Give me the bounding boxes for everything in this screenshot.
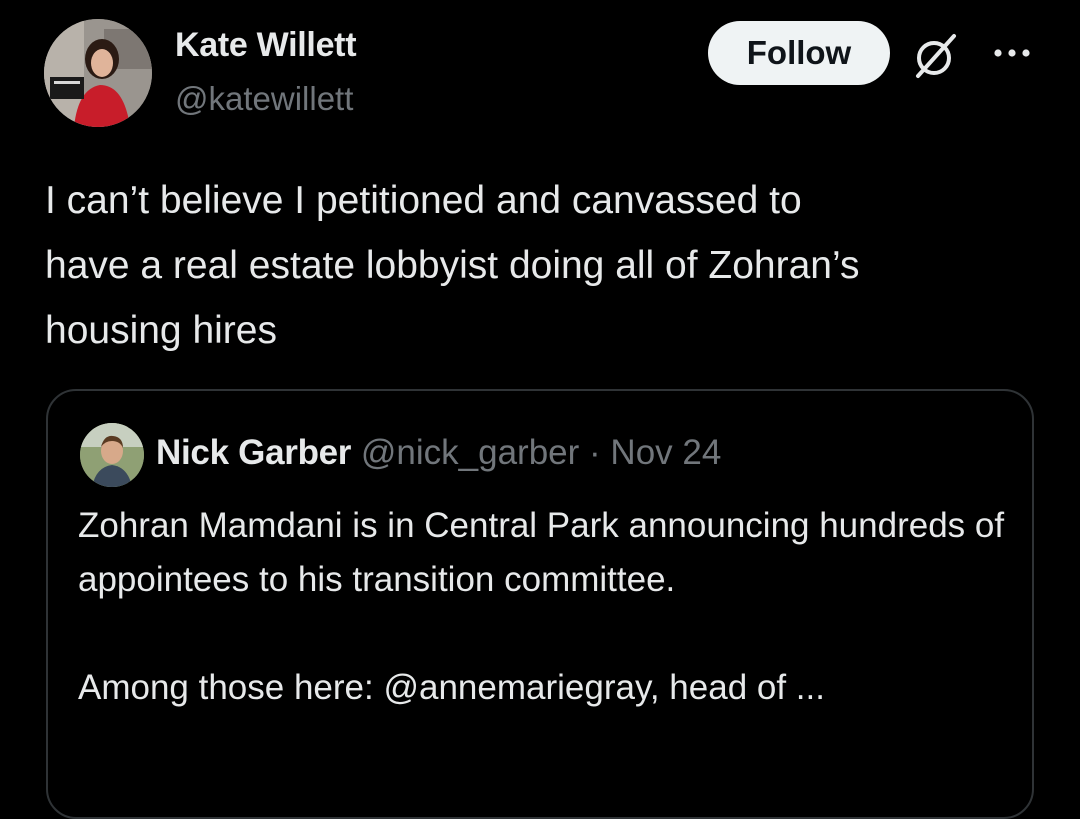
follow-button[interactable]: Follow — [708, 21, 890, 85]
quoted-author-handle[interactable]: @nick_garber — [361, 433, 579, 472]
quoted-author-avatar-image — [80, 423, 144, 487]
tweet: Kate Willett @katewillett Follow I can’t… — [0, 0, 1080, 819]
quoted-author-avatar[interactable] — [80, 423, 144, 487]
quoted-author-name[interactable]: Nick Garber — [156, 433, 351, 472]
author-avatar[interactable] — [44, 19, 152, 127]
tweet-text: I can’t believe I petitioned and canvass… — [45, 179, 860, 352]
quoted-tweet-text: Zohran Mamdani is in Central Park announ… — [78, 499, 1008, 715]
grok-slash-icon[interactable] — [910, 30, 962, 82]
author-name[interactable]: Kate Willett — [175, 26, 357, 65]
quoted-tweet-header: Nick Garber @nick_garber · Nov 24 — [156, 431, 721, 475]
quoted-tweet-card[interactable]: Nick Garber @nick_garber · Nov 24 Zohran… — [46, 389, 1034, 819]
quoted-separator: · — [589, 433, 601, 472]
quoted-paragraph-2: Among those here: @annemariegray, head o… — [78, 668, 825, 707]
author-handle[interactable]: @katewillett — [175, 80, 353, 118]
author-avatar-image — [44, 19, 152, 127]
more-dots-icon[interactable] — [990, 38, 1034, 68]
quoted-tweet-date[interactable]: Nov 24 — [610, 433, 721, 472]
quoted-paragraph-1: Zohran Mamdani is in Central Park announ… — [78, 506, 1005, 599]
